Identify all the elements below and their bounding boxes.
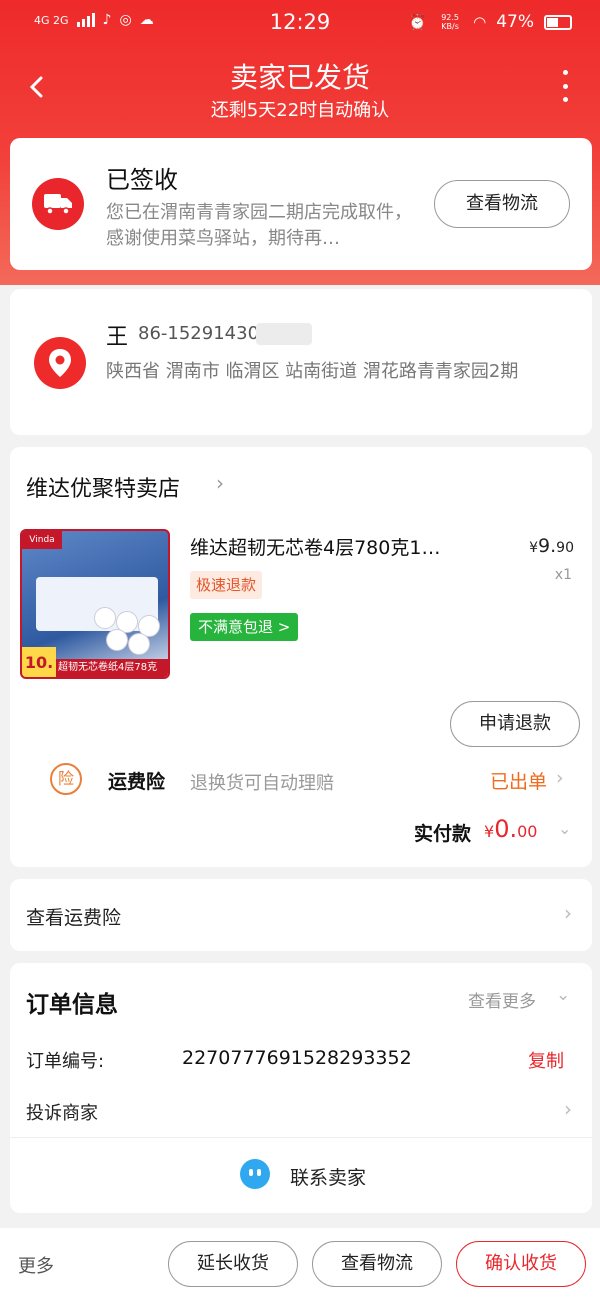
paid-decimal: 00 — [517, 822, 538, 841]
chevron-down-icon[interactable]: ⌄ — [558, 819, 571, 838]
store-name[interactable]: 维达优聚特卖店 — [26, 471, 180, 503]
receiver-address: 陕西省 渭南市 临渭区 站南街道 渭花路青青家园2期 — [106, 361, 519, 382]
apply-refund-button[interactable]: 申请退款 — [450, 701, 580, 747]
divider — [10, 1137, 592, 1138]
status-right: ⏰ 92.5 KB/s ◠ 47% — [408, 12, 572, 32]
contact-seller-label: 联系卖家 — [290, 1167, 367, 1189]
product-title[interactable]: 维达超韧无芯卷4层780克1… — [190, 533, 490, 560]
delivery-status: 已签收 — [106, 166, 178, 194]
product-price-tag: 10. — [22, 647, 56, 677]
insurance-label: 运费险 — [108, 771, 166, 793]
chat-bot-icon — [240, 1159, 270, 1189]
phone-redaction — [256, 323, 312, 345]
extend-receipt-button[interactable]: 延长收货 — [168, 1241, 298, 1287]
chevron-down-icon[interactable]: ⌄ — [556, 985, 570, 1005]
battery-icon — [544, 14, 572, 30]
receiver-name: 王 — [106, 325, 129, 350]
view-logistics-bottom-button[interactable]: 查看物流 — [312, 1241, 442, 1287]
copy-button[interactable]: 复制 — [528, 1047, 564, 1073]
alarm-icon: ⏰ — [408, 13, 428, 31]
more-actions-button[interactable]: 更多 — [18, 1252, 54, 1278]
view-insurance-row[interactable]: 查看运费险 › — [10, 879, 592, 951]
insurance-icon: 险 — [50, 763, 82, 795]
more-options-button[interactable] — [560, 70, 570, 102]
delivery-card[interactable]: 已签收 您已在渭南青青家园二期店完成取件，感谢使用菜鸟驿站，期待再… 查看物流 — [10, 138, 592, 270]
complain-seller-link[interactable]: 投诉商家 — [26, 1099, 98, 1125]
status-bar: 4G 2G ♪ ◎ ☁ 12:29 ⏰ 92.5 KB/s ◠ 47% — [0, 0, 600, 48]
paid-label: 实付款 — [414, 823, 472, 845]
truck-icon — [32, 178, 84, 230]
paid-amount: ¥0.00 — [484, 815, 537, 843]
price-decimal: 90 — [556, 540, 574, 556]
chevron-right-icon[interactable]: › — [216, 471, 224, 495]
page-title: 卖家已发货 — [229, 61, 370, 94]
order-info-title: 订单信息 — [26, 992, 118, 1018]
order-number-label: 订单编号: — [26, 1051, 105, 1072]
insurance-description: 退换货可自动理赔 — [190, 773, 334, 794]
paid-symbol: ¥ — [484, 822, 495, 841]
chevron-right-icon[interactable]: › — [564, 1097, 572, 1121]
tissue-roll — [94, 607, 116, 629]
satisfaction-return-tag[interactable]: 不满意包退 > — [190, 613, 299, 641]
address-card[interactable]: 王 86-15291430 陕西省 渭南市 临渭区 站南街道 渭花路青青家园2期 — [10, 289, 592, 435]
receiver-phone: 86-15291430 — [138, 323, 260, 344]
delivery-description: 您已在渭南青青家园二期店完成取件，感谢使用菜鸟驿站，期待再… — [106, 202, 412, 249]
wifi-icon: ◠ — [473, 13, 487, 31]
location-pin-icon — [34, 337, 86, 389]
view-logistics-button[interactable]: 查看物流 — [434, 180, 570, 228]
page-subtitle: 还剩5天22时自动确认 — [210, 100, 390, 121]
tissue-roll — [128, 633, 150, 655]
confirm-receipt-button[interactable]: 确认收货 — [456, 1241, 586, 1287]
battery-percent: 47% — [496, 12, 534, 32]
product-quantity: x1 — [554, 567, 572, 583]
insurance-status[interactable]: 已出单 — [490, 767, 547, 794]
view-more-link[interactable]: 查看更多 — [468, 987, 536, 1012]
price-symbol: ¥ — [529, 540, 539, 556]
view-insurance-label: 查看运费险 — [26, 907, 122, 929]
product-brand-logo: Vinda — [22, 531, 62, 549]
paid-integer: 0. — [494, 815, 518, 843]
order-number: 2270777691528293352 — [182, 1047, 412, 1069]
order-card: 维达优聚特卖店 › Vinda 超韧无芯卷纸4层78克 10. 维达超韧无芯卷4… — [10, 447, 592, 867]
chevron-right-icon[interactable]: › — [556, 767, 564, 789]
tissue-roll — [106, 629, 128, 651]
price-integer: 9. — [538, 535, 557, 557]
contact-seller-button[interactable]: 联系卖家 — [10, 1139, 592, 1213]
order-info-card: 订单信息 查看更多 ⌄ 订单编号: 2270777691528293352 复制… — [10, 963, 592, 1213]
bottom-action-bar: 更多 延长收货 查看物流 确认收货 — [0, 1228, 600, 1300]
chevron-right-icon: › — [564, 901, 572, 925]
product-image[interactable]: Vinda 超韧无芯卷纸4层78克 10. — [20, 529, 170, 679]
product-price: ¥9.90 — [529, 535, 574, 557]
net-speed: 92.5 KB/s — [441, 13, 460, 31]
fast-refund-tag: 极速退款 — [190, 571, 263, 599]
